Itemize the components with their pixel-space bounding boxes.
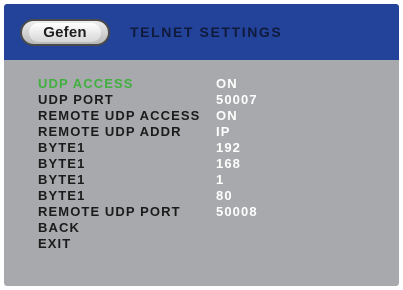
gefen-logo: Gefen xyxy=(20,19,110,46)
menu-item-label: EXIT xyxy=(38,235,72,251)
settings-menu: UDP ACCESS ON UDP PORT 50007 REMOTE UDP … xyxy=(38,75,378,251)
menu-item-value: 80 xyxy=(216,187,233,203)
header-bar: Gefen TELNET SETTINGS xyxy=(4,4,399,60)
menu-item-exit[interactable]: EXIT xyxy=(38,235,378,251)
menu-item-label: REMOTE UDP ADDR xyxy=(38,123,182,139)
menu-item-byte-3[interactable]: BYTE1 1 xyxy=(38,171,378,187)
menu-item-label: BYTE1 xyxy=(38,171,86,187)
osd-screen: Gefen TELNET SETTINGS UDP ACCESS ON UDP … xyxy=(4,4,399,286)
menu-item-value: 192 xyxy=(216,139,241,155)
menu-item-label: REMOTE UDP ACCESS xyxy=(38,107,201,123)
menu-item-udp-access[interactable]: UDP ACCESS ON xyxy=(38,75,378,91)
menu-item-byte-1[interactable]: BYTE1 192 xyxy=(38,139,378,155)
menu-item-label: UDP PORT xyxy=(38,91,114,107)
menu-item-remote-udp-access[interactable]: REMOTE UDP ACCESS ON xyxy=(38,107,378,123)
menu-item-value: IP xyxy=(216,123,231,139)
logo-text: Gefen xyxy=(29,23,101,42)
menu-item-remote-udp-port[interactable]: REMOTE UDP PORT 50008 xyxy=(38,203,378,219)
menu-item-label: BACK xyxy=(38,219,80,235)
menu-item-label: BYTE1 xyxy=(38,139,86,155)
menu-item-value: 50008 xyxy=(216,203,258,219)
menu-item-byte-2[interactable]: BYTE1 168 xyxy=(38,155,378,171)
menu-item-value: 50007 xyxy=(216,91,258,107)
page-title: TELNET SETTINGS xyxy=(130,24,283,40)
menu-item-value: 168 xyxy=(216,155,241,171)
menu-item-byte-4[interactable]: BYTE1 80 xyxy=(38,187,378,203)
menu-item-label: BYTE1 xyxy=(38,155,86,171)
menu-item-value: ON xyxy=(216,107,238,123)
menu-item-back[interactable]: BACK xyxy=(38,219,378,235)
menu-item-value: ON xyxy=(216,75,238,91)
menu-item-label: BYTE1 xyxy=(38,187,86,203)
menu-item-label: UDP ACCESS xyxy=(38,75,134,91)
menu-item-label: REMOTE UDP PORT xyxy=(38,203,181,219)
menu-item-remote-udp-addr[interactable]: REMOTE UDP ADDR IP xyxy=(38,123,378,139)
menu-item-value: 1 xyxy=(216,171,225,187)
menu-item-udp-port[interactable]: UDP PORT 50007 xyxy=(38,91,378,107)
